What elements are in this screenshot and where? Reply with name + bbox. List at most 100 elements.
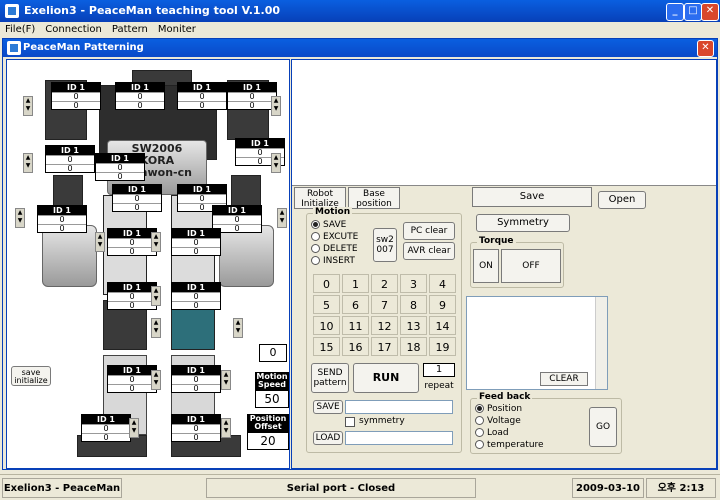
radio-excute[interactable]: EXCUTE: [311, 232, 358, 242]
num-button[interactable]: 13: [400, 316, 427, 335]
servo-box[interactable]: ID 100: [95, 153, 145, 181]
servo-box[interactable]: ID 100: [171, 365, 221, 393]
radio-insert[interactable]: INSERT: [311, 256, 355, 266]
radio-delete[interactable]: DELETE: [311, 244, 358, 254]
servo-box[interactable]: ID 100: [171, 414, 221, 442]
repeat-field[interactable]: 1: [423, 363, 455, 377]
servo-value[interactable]: 0: [178, 194, 226, 203]
spin-arrows-icon[interactable]: ▲ ▼: [221, 418, 231, 438]
save-initialize-button[interactable]: save initialize: [11, 366, 51, 386]
num-button[interactable]: 2: [371, 274, 398, 293]
radio-temperature[interactable]: temperature: [475, 440, 544, 450]
servo-value[interactable]: 0: [172, 433, 220, 442]
num-button[interactable]: 0: [313, 274, 340, 293]
spin-arrows-icon[interactable]: ▲ ▼: [15, 208, 25, 228]
tab-robot-initialize[interactable]: Robot Initialize: [294, 187, 346, 209]
servo-value[interactable]: 0: [172, 292, 220, 301]
save-path-input[interactable]: [345, 400, 453, 414]
servo-value[interactable]: 0: [178, 101, 226, 110]
num-button[interactable]: 5: [313, 295, 340, 314]
send-pattern-button[interactable]: SEND pattern: [311, 363, 349, 393]
tab-save[interactable]: Save: [472, 187, 592, 207]
servo-value[interactable]: 0: [113, 194, 161, 203]
num-button[interactable]: 1: [342, 274, 369, 293]
servo-value[interactable]: 0: [46, 164, 94, 173]
servo-value[interactable]: 0: [108, 301, 156, 310]
servo-value[interactable]: 0: [52, 101, 100, 110]
num-button[interactable]: 9: [429, 295, 456, 314]
spin-arrows-icon[interactable]: ▲ ▼: [23, 153, 33, 173]
servo-box[interactable]: ID 100: [107, 365, 157, 393]
num-button[interactable]: 14: [429, 316, 456, 335]
servo-value[interactable]: 0: [172, 238, 220, 247]
run-button[interactable]: RUN: [353, 363, 419, 393]
minimize-button[interactable]: _: [666, 3, 684, 21]
close-button[interactable]: ✕: [701, 3, 719, 21]
servo-value[interactable]: 0: [96, 163, 144, 172]
num-button[interactable]: 18: [400, 337, 427, 356]
radio-save[interactable]: SAVE: [311, 220, 346, 230]
num-button[interactable]: 11: [342, 316, 369, 335]
servo-value[interactable]: 0: [52, 92, 100, 101]
open-button[interactable]: Open: [598, 191, 646, 209]
num-button[interactable]: 8: [400, 295, 427, 314]
num-button[interactable]: 16: [342, 337, 369, 356]
menu-pattern[interactable]: Pattern: [107, 22, 153, 37]
spin-arrows-icon[interactable]: ▲ ▼: [277, 208, 287, 228]
spin-arrows-icon[interactable]: ▲ ▼: [151, 232, 161, 252]
position-offset-field[interactable]: 20: [247, 432, 289, 450]
avr-clear-button[interactable]: AVR clear: [403, 242, 455, 260]
servo-box[interactable]: ID 100: [37, 205, 87, 233]
servo-box[interactable]: ID 100: [171, 228, 221, 256]
menu-moniter[interactable]: Moniter: [153, 22, 201, 37]
go-button[interactable]: GO: [589, 407, 617, 447]
spin-arrows-icon[interactable]: ▲ ▼: [151, 286, 161, 306]
servo-value[interactable]: 0: [82, 424, 130, 433]
num-button[interactable]: 6: [342, 295, 369, 314]
scrollbar[interactable]: [595, 297, 607, 389]
servo-value[interactable]: 0: [82, 433, 130, 442]
servo-value[interactable]: 0: [38, 224, 86, 233]
servo-value[interactable]: 0: [172, 424, 220, 433]
num-button[interactable]: 7: [371, 295, 398, 314]
servo-box[interactable]: ID 100: [227, 82, 277, 110]
radio-voltage[interactable]: Voltage: [475, 416, 521, 426]
torque-off-button[interactable]: OFF: [501, 249, 561, 283]
servo-value[interactable]: 0: [46, 155, 94, 164]
child-close-button[interactable]: ✕: [697, 40, 714, 57]
menu-file[interactable]: File(F): [0, 22, 40, 37]
servo-box[interactable]: ID 100: [112, 184, 162, 212]
servo-value[interactable]: 0: [108, 292, 156, 301]
maximize-button[interactable]: □: [684, 3, 702, 21]
spin-arrows-icon[interactable]: ▲ ▼: [271, 153, 281, 173]
servo-value[interactable]: 0: [213, 215, 261, 224]
num-button[interactable]: 3: [400, 274, 427, 293]
servo-box[interactable]: ID 100: [51, 82, 101, 110]
servo-value[interactable]: 0: [172, 247, 220, 256]
servo-box[interactable]: ID 100: [177, 82, 227, 110]
motion-speed-field[interactable]: 50: [255, 390, 289, 408]
servo-value[interactable]: 0: [172, 375, 220, 384]
servo-value[interactable]: 0: [108, 247, 156, 256]
servo-value[interactable]: 0: [108, 375, 156, 384]
servo-box[interactable]: ID 100: [107, 228, 157, 256]
sw2007-button[interactable]: sw2 007: [373, 228, 397, 262]
symmetry-button[interactable]: Symmetry: [476, 214, 570, 232]
tab-base-position[interactable]: Base position: [348, 187, 400, 209]
num-button[interactable]: 17: [371, 337, 398, 356]
servo-value[interactable]: 0: [38, 215, 86, 224]
pc-clear-button[interactable]: PC clear: [403, 222, 455, 240]
servo-value[interactable]: 0: [108, 238, 156, 247]
servo-value[interactable]: 0: [228, 92, 276, 101]
servo-box[interactable]: ID 100: [45, 145, 95, 173]
save-button[interactable]: SAVE: [313, 400, 343, 414]
servo-value[interactable]: 0: [116, 101, 164, 110]
servo-box[interactable]: ID 100: [107, 282, 157, 310]
servo-value[interactable]: 0: [116, 92, 164, 101]
servo-box[interactable]: ID 100: [115, 82, 165, 110]
servo-box[interactable]: ID 100: [81, 414, 131, 442]
servo-value[interactable]: 0: [172, 301, 220, 310]
spin-arrows-icon[interactable]: ▲ ▼: [221, 370, 231, 390]
servo-box[interactable]: ID 100: [171, 282, 221, 310]
symmetry-checkbox[interactable]: [345, 417, 355, 427]
